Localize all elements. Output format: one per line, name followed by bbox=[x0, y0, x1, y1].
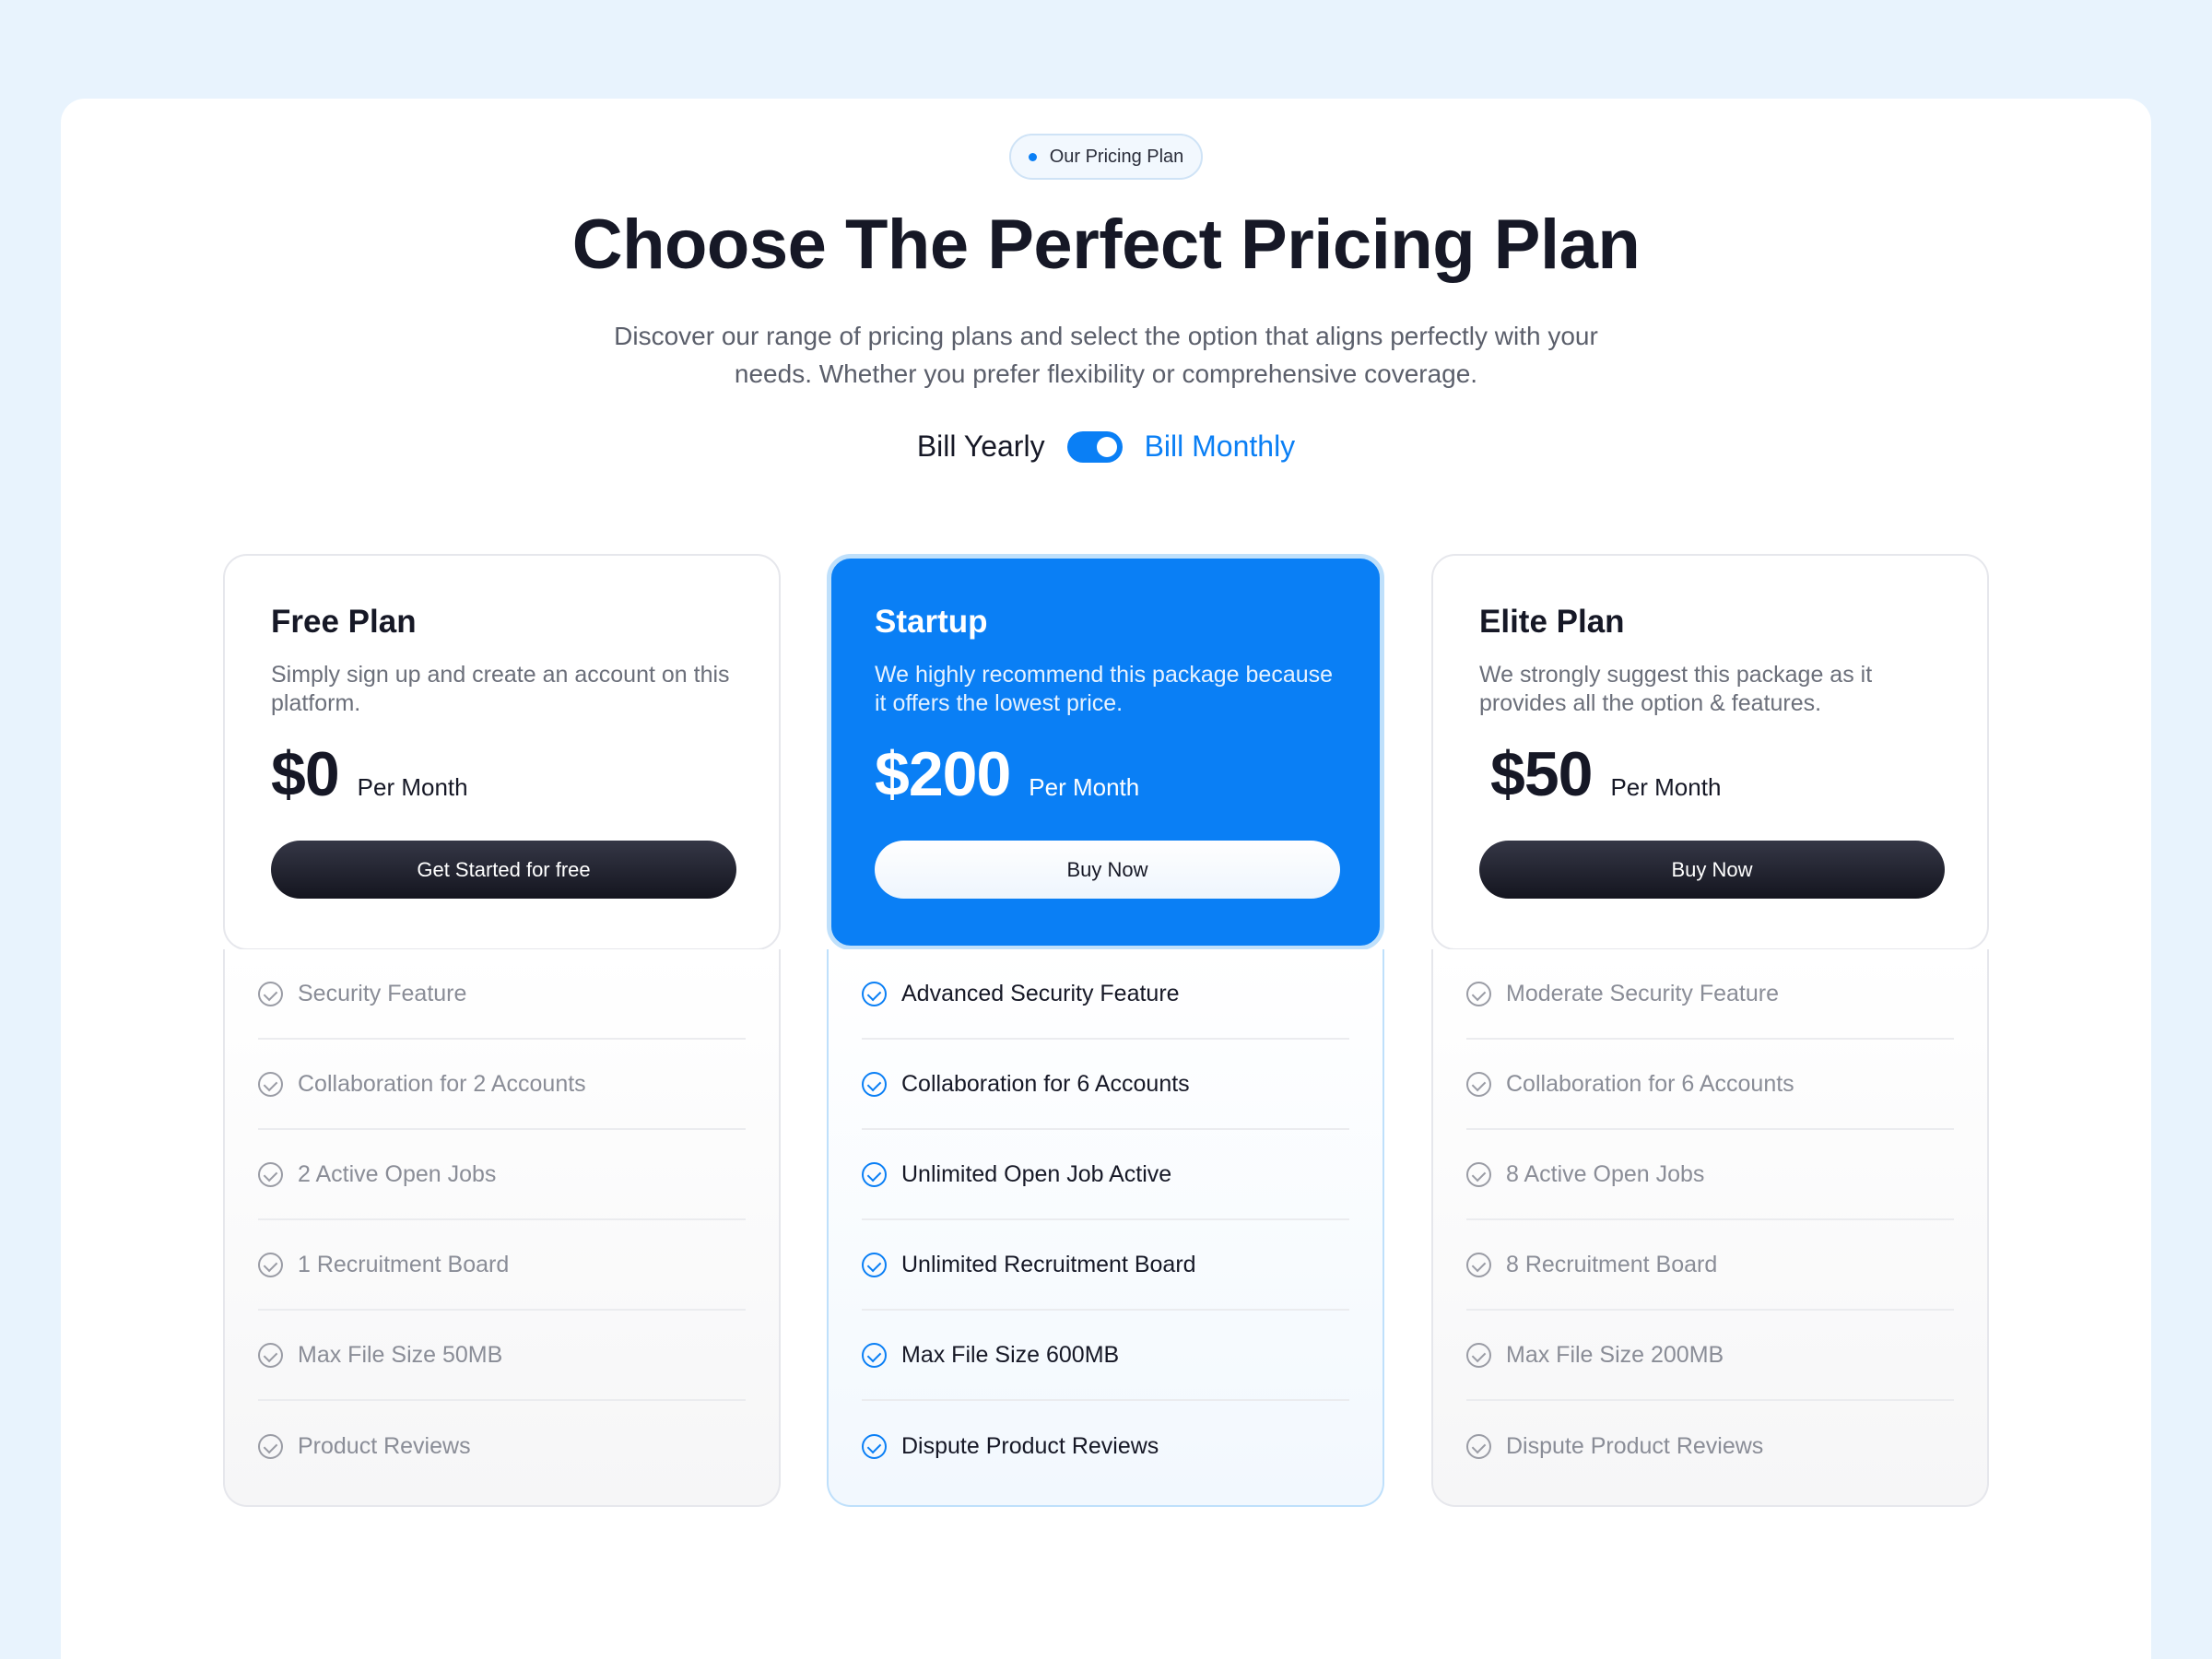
price-period: Per Month bbox=[1029, 773, 1140, 801]
feature-item: Unlimited Open Job Active bbox=[862, 1130, 1349, 1220]
check-circle-icon bbox=[862, 1433, 887, 1459]
feature-label: Dispute Product Reviews bbox=[901, 1432, 1159, 1459]
feature-label: Moderate Security Feature bbox=[1506, 980, 1779, 1006]
buy-now-button[interactable]: Buy Now bbox=[1479, 841, 1945, 899]
feature-label: 8 Recruitment Board bbox=[1506, 1251, 1718, 1277]
check-circle-icon bbox=[258, 1342, 283, 1368]
feature-label: Security Feature bbox=[298, 980, 467, 1006]
plan-description: We strongly suggest this package as it p… bbox=[1479, 662, 1873, 716]
check-circle-icon bbox=[1466, 981, 1491, 1006]
check-circle-icon bbox=[258, 1252, 283, 1277]
check-circle-icon bbox=[258, 1433, 283, 1459]
feature-label: Product Reviews bbox=[298, 1432, 471, 1459]
check-circle-icon bbox=[1466, 1161, 1491, 1187]
plan-price: $50 bbox=[1490, 739, 1593, 809]
check-circle-icon bbox=[258, 1161, 283, 1187]
dot-icon bbox=[1028, 152, 1037, 161]
feature-item: Unlimited Recruitment Board bbox=[862, 1220, 1349, 1311]
toggle-knob bbox=[1096, 436, 1117, 457]
check-circle-icon bbox=[862, 1342, 887, 1368]
price-row: $50 Per Month bbox=[1479, 738, 1941, 812]
bill-monthly-label[interactable]: Bill Monthly bbox=[1145, 429, 1296, 464]
feature-label: Max File Size 600MB bbox=[901, 1341, 1120, 1368]
check-circle-icon bbox=[862, 981, 887, 1006]
feature-label: Collaboration for 6 Accounts bbox=[901, 1070, 1190, 1097]
check-circle-icon bbox=[862, 1071, 887, 1097]
feature-item: Collaboration for 6 Accounts bbox=[1466, 1040, 1954, 1130]
plan-description: We highly recommend this package because… bbox=[875, 662, 1334, 716]
plan-features-free: Security Feature Collaboration for 2 Acc… bbox=[223, 949, 781, 1507]
feature-item: Dispute Product Reviews bbox=[1466, 1401, 1954, 1491]
feature-item: 8 Active Open Jobs bbox=[1466, 1130, 1954, 1220]
buy-now-button[interactable]: Buy Now bbox=[875, 841, 1340, 899]
feature-label: Collaboration for 6 Accounts bbox=[1506, 1070, 1794, 1097]
check-circle-icon bbox=[862, 1161, 887, 1187]
plan-price: $0 bbox=[271, 739, 340, 809]
section-badge: Our Pricing Plan bbox=[1009, 134, 1203, 180]
feature-label: Max File Size 200MB bbox=[1506, 1341, 1724, 1368]
check-circle-icon bbox=[1466, 1342, 1491, 1368]
feature-item: Moderate Security Feature bbox=[1466, 949, 1954, 1040]
feature-item: Product Reviews bbox=[258, 1401, 746, 1491]
check-circle-icon bbox=[258, 1071, 283, 1097]
feature-item: 1 Recruitment Board bbox=[258, 1220, 746, 1311]
feature-item: Advanced Security Feature bbox=[862, 949, 1349, 1040]
feature-item: 8 Recruitment Board bbox=[1466, 1220, 1954, 1311]
price-period: Per Month bbox=[1610, 773, 1722, 801]
check-circle-icon bbox=[1466, 1071, 1491, 1097]
feature-item: Collaboration for 6 Accounts bbox=[862, 1040, 1349, 1130]
billing-switch: Bill Yearly Bill Monthly bbox=[0, 429, 2212, 464]
plan-price: $200 bbox=[875, 739, 1011, 809]
plan-name: Startup bbox=[875, 604, 988, 640]
feature-label: Dispute Product Reviews bbox=[1506, 1432, 1764, 1459]
plan-features-startup: Advanced Security Feature Collaboration … bbox=[827, 949, 1384, 1507]
section-badge-label: Our Pricing Plan bbox=[1049, 146, 1184, 167]
feature-label: 1 Recruitment Board bbox=[298, 1251, 510, 1277]
feature-label: 8 Active Open Jobs bbox=[1506, 1160, 1705, 1187]
billing-toggle[interactable] bbox=[1066, 430, 1123, 463]
check-circle-icon bbox=[862, 1252, 887, 1277]
feature-label: 2 Active Open Jobs bbox=[298, 1160, 497, 1187]
plan-name: Elite Plan bbox=[1479, 604, 1625, 640]
feature-label: Collaboration for 2 Accounts bbox=[298, 1070, 586, 1097]
plan-features-elite: Moderate Security Feature Collaboration … bbox=[1431, 949, 1989, 1507]
plan-card-elite: Elite Plan We strongly suggest this pack… bbox=[1431, 554, 1989, 950]
page-title: Choose The Perfect Pricing Plan bbox=[571, 206, 1641, 284]
price-period: Per Month bbox=[357, 773, 468, 801]
feature-label: Unlimited Recruitment Board bbox=[901, 1251, 1196, 1277]
check-circle-icon bbox=[1466, 1433, 1491, 1459]
check-circle-icon bbox=[258, 981, 283, 1006]
page-subtitle: Discover our range of pricing plans and … bbox=[614, 322, 1598, 388]
plan-card-startup: Startup We highly recommend this package… bbox=[827, 554, 1384, 950]
price-row: $200 Per Month bbox=[875, 738, 1336, 812]
feature-label: Max File Size 50MB bbox=[298, 1341, 503, 1368]
feature-item: Security Feature bbox=[258, 949, 746, 1040]
feature-item: Collaboration for 2 Accounts bbox=[258, 1040, 746, 1130]
plan-card-free: Free Plan Simply sign up and create an a… bbox=[223, 554, 781, 950]
check-circle-icon bbox=[1466, 1252, 1491, 1277]
feature-item: Max File Size 600MB bbox=[862, 1311, 1349, 1401]
plan-name: Free Plan bbox=[271, 604, 417, 640]
get-started-button[interactable]: Get Started for free bbox=[271, 841, 736, 899]
feature-label: Advanced Security Feature bbox=[901, 980, 1180, 1006]
price-row: $0 Per Month bbox=[271, 738, 733, 812]
feature-item: Dispute Product Reviews bbox=[862, 1401, 1349, 1491]
feature-item: 2 Active Open Jobs bbox=[258, 1130, 746, 1220]
bill-yearly-label[interactable]: Bill Yearly bbox=[917, 429, 1045, 464]
feature-item: Max File Size 50MB bbox=[258, 1311, 746, 1401]
feature-item: Max File Size 200MB bbox=[1466, 1311, 1954, 1401]
feature-label: Unlimited Open Job Active bbox=[901, 1160, 1172, 1187]
plan-description: Simply sign up and create an account on … bbox=[271, 662, 730, 716]
